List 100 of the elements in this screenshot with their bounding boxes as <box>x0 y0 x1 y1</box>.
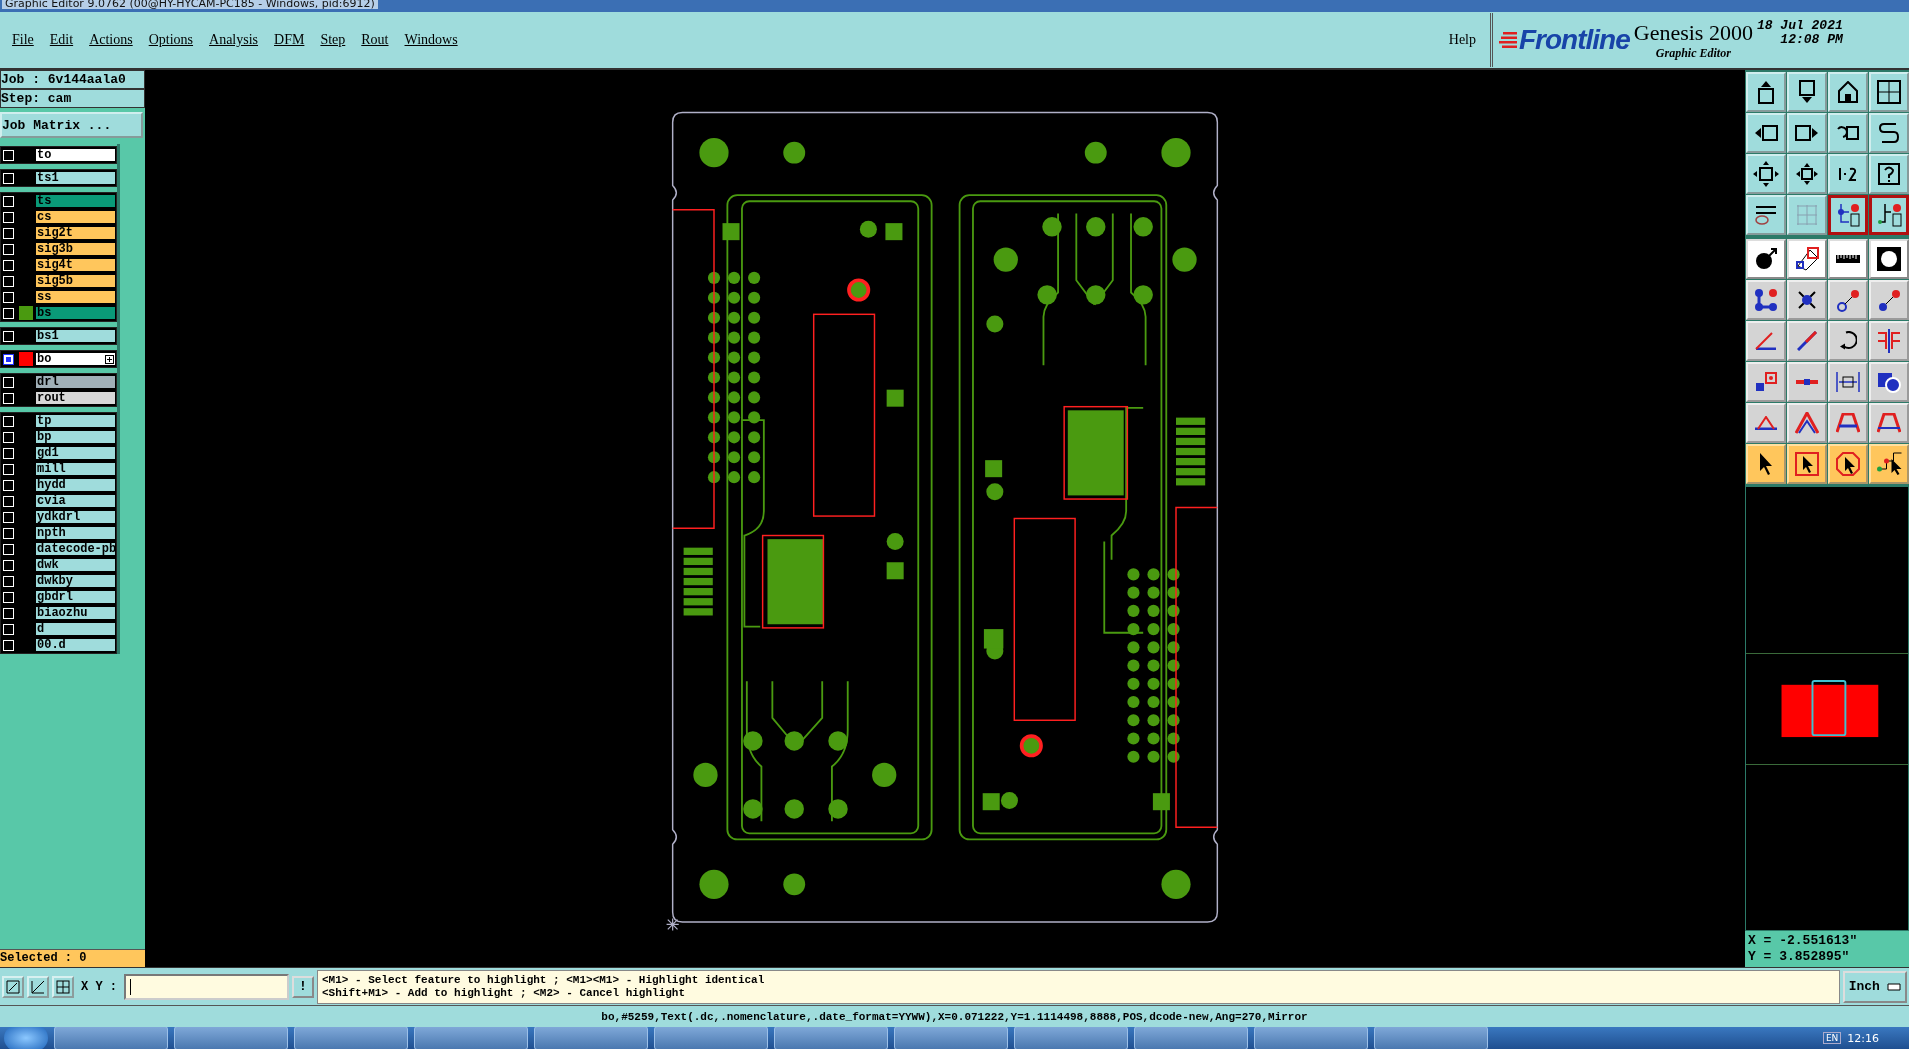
brand-logo: Frontline <box>1519 24 1630 56</box>
tool-icon <box>1877 413 1901 433</box>
help-menu[interactable]: Help <box>1448 32 1476 48</box>
tool-icon <box>1754 288 1778 312</box>
dropdown-icon <box>1887 982 1902 991</box>
layer-name[interactable]: hydd <box>35 478 116 492</box>
plus-box-icon <box>105 354 114 364</box>
xy-input-field[interactable] <box>124 973 289 1000</box>
stripes-icon <box>1499 30 1517 50</box>
tool-icon <box>1877 288 1901 312</box>
snap-icon <box>56 979 70 994</box>
tool-icon <box>1876 246 1902 272</box>
tool-icon <box>1755 372 1777 392</box>
tool-icon <box>1837 126 1859 140</box>
job-matrix-button[interactable]: Job Matrix ... <box>0 112 143 138</box>
layer-name[interactable]: dwkby <box>35 574 116 588</box>
layer-name[interactable]: 00.d <box>35 638 116 652</box>
job-name: Job : 6v144aala0 <box>0 70 145 89</box>
execute-button[interactable]: ! <box>292 975 314 998</box>
layer-name[interactable]: gbdrl <box>35 590 116 604</box>
tool-icon <box>1795 452 1819 476</box>
tool-icon <box>1795 162 1819 186</box>
tool-icon <box>1835 254 1861 264</box>
product-subtitle: Graphic Editor <box>1655 45 1731 61</box>
layer-name[interactable]: bs <box>35 306 116 320</box>
tool-icon <box>1752 160 1780 188</box>
tool-icon <box>1795 247 1819 271</box>
units-dropdown[interactable]: Inch <box>1843 970 1907 1003</box>
tool-icon <box>1876 203 1902 227</box>
layer-name[interactable]: rout <box>35 391 116 405</box>
snap-button[interactable] <box>2 975 24 998</box>
layer-name[interactable]: sig2t <box>35 226 116 240</box>
layer-name[interactable]: sig4t <box>35 258 116 272</box>
layer-name[interactable]: mill <box>35 462 116 476</box>
tool-icon <box>1759 452 1773 476</box>
snap-button[interactable] <box>27 975 49 998</box>
layer-name[interactable]: dwk <box>35 558 116 572</box>
tool-icon <box>1878 163 1900 185</box>
snap-button[interactable] <box>52 975 74 998</box>
layer-name[interactable]: drl <box>35 375 116 389</box>
menu-item[interactable]: File <box>4 32 42 48</box>
menu-item[interactable]: Options <box>140 32 202 48</box>
x-coordinate: X = -2.551613" <box>1748 933 1859 949</box>
layer-name[interactable]: biaozhu <box>35 606 116 620</box>
layer-name[interactable]: datecode-pb <box>35 542 116 556</box>
tool-icon <box>1758 80 1774 104</box>
tool-icon <box>1795 412 1819 434</box>
layer-name[interactable]: tp <box>35 414 116 428</box>
y-coordinate: Y = 3.852895" <box>1748 949 1851 965</box>
layer-name[interactable]: ydkdrl <box>35 510 116 524</box>
layer-name[interactable]: bs1 <box>35 329 116 343</box>
hint-text: <Shift+M1> - Add to highlight ; <M2> - Cancel highlight <box>322 986 687 1000</box>
layer-checkbox[interactable] <box>3 353 14 365</box>
tool-icon <box>1877 371 1901 393</box>
layer-name[interactable]: npth <box>35 526 116 540</box>
tool-icon <box>1797 331 1817 351</box>
time-text: 12:08 PM <box>1780 33 1843 47</box>
clock: 12:16 <box>1847 1031 1879 1045</box>
menu-item[interactable]: Step <box>312 32 354 48</box>
tool-icon <box>1838 81 1858 103</box>
tool-icon <box>1754 416 1778 430</box>
menu-item[interactable]: Actions <box>81 32 141 48</box>
xy-label: X Y : <box>81 979 117 994</box>
tool-icon <box>1877 328 1901 354</box>
layer-name[interactable]: sig3b <box>35 242 116 256</box>
layer-name[interactable]: ts <box>35 194 116 208</box>
tool-icon <box>1754 125 1778 141</box>
tool-icon <box>1755 205 1777 225</box>
menu-item[interactable]: Rout <box>353 32 397 48</box>
tool-button[interactable] <box>1869 195 1909 235</box>
tool-icon <box>1879 123 1899 143</box>
layer-name[interactable]: ss <box>35 290 116 304</box>
tool-icon <box>1839 167 1857 181</box>
tool-icon <box>1838 331 1858 351</box>
menu-item[interactable]: Windows <box>396 32 466 48</box>
tool-icon <box>1795 378 1819 386</box>
tool-icon <box>1836 288 1860 312</box>
layer-name[interactable]: d <box>35 622 116 636</box>
layer-name[interactable]: cs <box>35 210 116 224</box>
tool-icon <box>1799 80 1815 104</box>
selected-count: Selected : 0 <box>0 949 145 967</box>
layer-name[interactable]: cvia <box>35 494 116 508</box>
menu-item[interactable]: Analysis <box>201 32 267 48</box>
tool-icon <box>1836 452 1860 476</box>
language-indicator[interactable]: EN <box>1822 1032 1842 1044</box>
tool-icon <box>1755 332 1777 350</box>
tool-icon <box>1796 204 1818 226</box>
snap-icon <box>6 979 20 994</box>
layer-name[interactable]: sig5b <box>35 274 116 288</box>
layer-name[interactable]: bp <box>35 430 116 444</box>
layer-name[interactable]: to <box>35 148 116 162</box>
layer-name[interactable]: ts1 <box>35 171 116 185</box>
date-text: 18 Jul 2021 <box>1756 19 1843 33</box>
menu-item[interactable]: Edit <box>41 32 82 48</box>
layer-name[interactable]: bo <box>35 352 116 366</box>
menu-item[interactable]: DFM <box>266 32 313 48</box>
layer-name[interactable]: gd1 <box>35 446 116 460</box>
tool-icon <box>1836 413 1860 433</box>
start-button[interactable] <box>4 1027 48 1049</box>
product-name: Genesis 2000 <box>1633 19 1753 46</box>
